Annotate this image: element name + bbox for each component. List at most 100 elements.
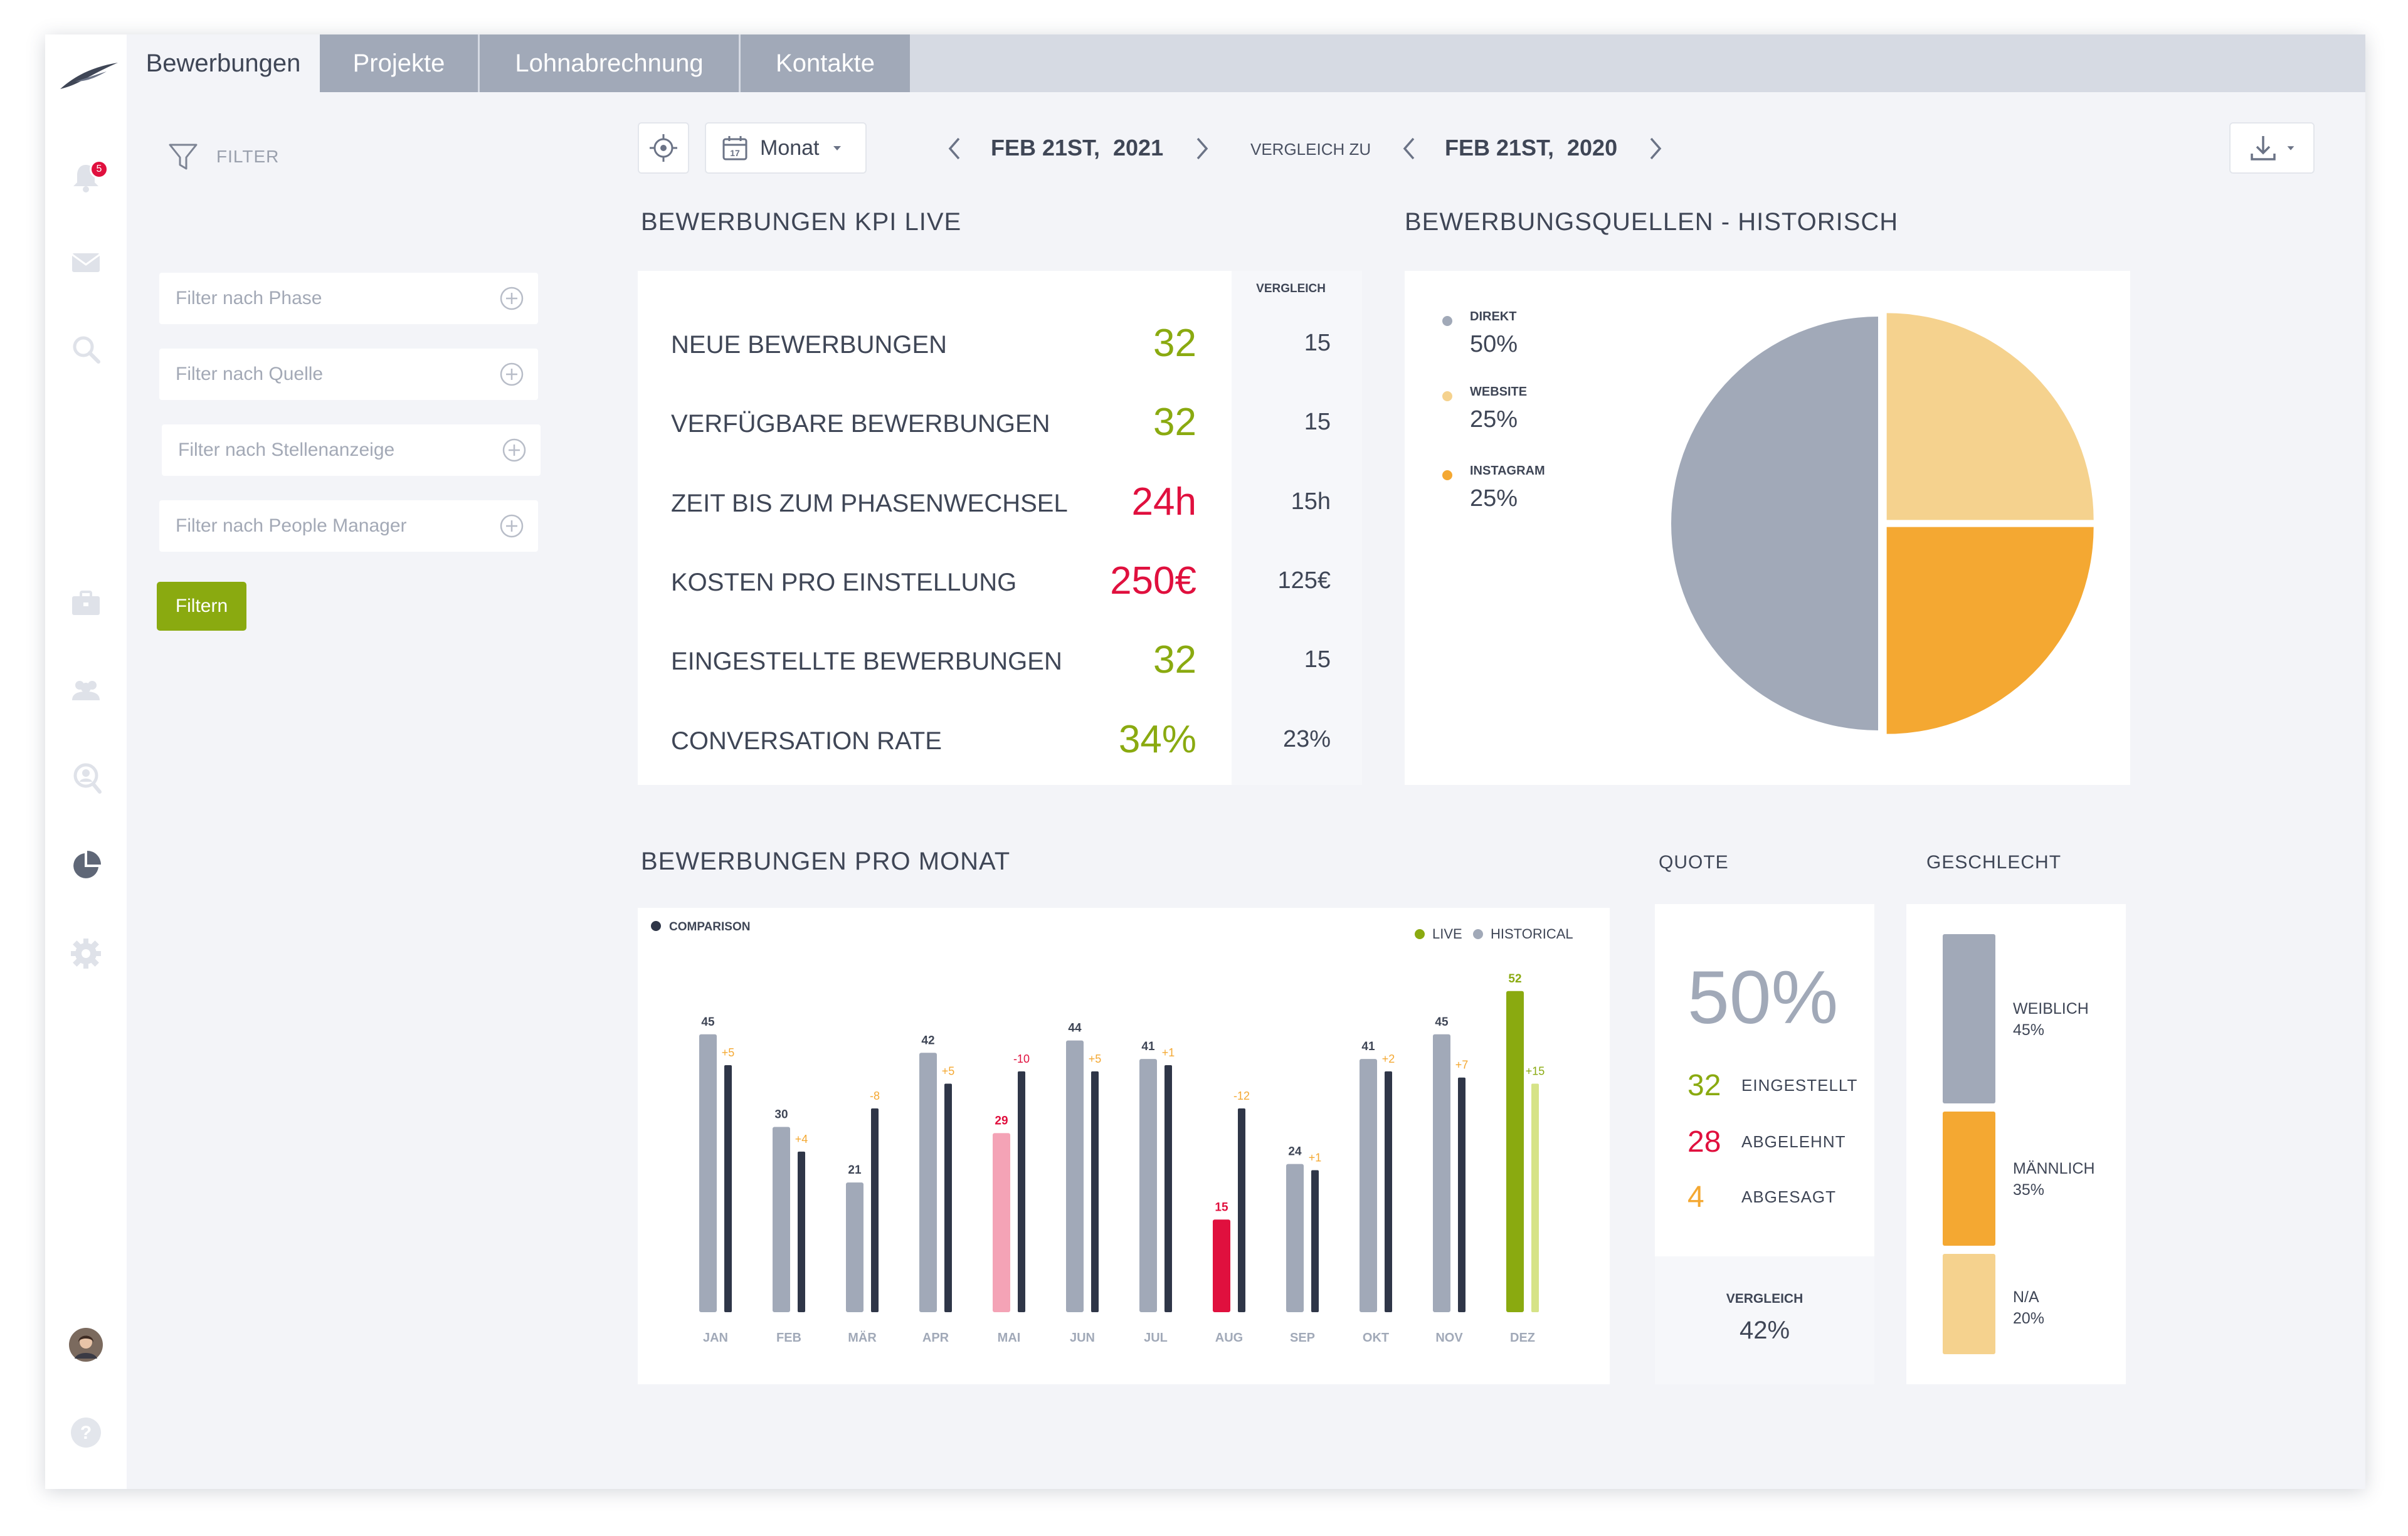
logo-icon[interactable] [56, 56, 119, 94]
quote-rejected-label: ABGELEHNT [1741, 1132, 1846, 1151]
filter-header[interactable]: FILTER [167, 141, 279, 172]
bar-historical-jul[interactable] [1139, 1059, 1157, 1312]
add-icon[interactable] [499, 286, 524, 311]
bar-comparison-apr[interactable] [944, 1083, 952, 1312]
x-tick-label: AUG [1215, 1331, 1243, 1345]
gender-card: WEIBLICH 45% MÄNNLICH 35% N/A 20% [1906, 904, 2126, 1384]
locate-button[interactable] [638, 122, 689, 174]
kpi-card: VERGLEICH NEUE BEWERBUNGEN 32 15 VERFÜGBARE… [638, 271, 1362, 785]
download-button[interactable] [2229, 122, 2315, 174]
x-tick-label: JUN [1070, 1331, 1095, 1345]
bar-delta-label: +4 [795, 1133, 808, 1145]
chevron-left-icon[interactable] [945, 135, 964, 162]
quote-title: QUOTE [1659, 852, 1729, 873]
bar-comparison-jul[interactable] [1164, 1065, 1172, 1312]
add-icon[interactable] [499, 513, 524, 539]
chevron-left-icon[interactable] [1400, 135, 1418, 162]
pie-slice-instagram[interactable] [1886, 527, 2094, 734]
gender-label-na: N/A 20% [2013, 1286, 2044, 1329]
kpi-label: ZEIT BIS ZUM PHASENWECHSEL [671, 490, 1068, 517]
quote-row-declined: 4 ABGESAGT [1687, 1180, 1836, 1214]
filter-people-manager-field[interactable]: Filter nach People Manager [159, 500, 538, 552]
kpi-label: NEUE BEWERBUNGEN [671, 331, 948, 359]
bar-value-label: 41 [1141, 1040, 1155, 1053]
chevron-right-icon[interactable] [1646, 135, 1665, 162]
bar-historical-mai[interactable] [993, 1133, 1010, 1312]
kpi-compare-value: 15 [1304, 409, 1331, 435]
bar-delta-label: +5 [722, 1046, 735, 1059]
kpi-compare-value: 125€ [1277, 567, 1331, 594]
tab-bar: Bewerbungen Projekte Lohnabrechnung Kont… [127, 34, 2365, 92]
kpi-label: EINGESTELLTE BEWERBUNGEN [671, 648, 1062, 675]
bar-comparison-nov[interactable] [1458, 1077, 1465, 1312]
quote-rejected-count: 28 [1687, 1125, 1721, 1159]
kpi-value: 250€ [1110, 559, 1196, 602]
bar-value-label: 24 [1288, 1145, 1302, 1159]
bar-comparison-feb[interactable] [798, 1151, 805, 1312]
bar-historical-apr[interactable] [919, 1053, 937, 1312]
add-icon[interactable] [499, 362, 524, 387]
help-icon[interactable]: ? [68, 1415, 103, 1450]
briefcase-icon[interactable] [68, 586, 103, 621]
bar-value-label: 21 [848, 1164, 862, 1177]
bar-comparison-sep[interactable] [1311, 1170, 1319, 1312]
bar-historical-okt[interactable] [1360, 1059, 1377, 1312]
x-tick-label: FEB [776, 1331, 801, 1345]
legend-label-historical: HISTORICAL [1491, 926, 1573, 942]
bar-historical-jan[interactable] [699, 1034, 717, 1312]
kpi-label: CONVERSATION RATE [671, 727, 942, 755]
bar-comparison-jun[interactable] [1091, 1071, 1099, 1312]
add-icon[interactable] [502, 438, 527, 463]
pie-chart-icon[interactable] [68, 848, 103, 883]
bar-comparison-mai[interactable] [1018, 1071, 1025, 1312]
kpi-value: 32 [1153, 322, 1196, 365]
filter-apply-button[interactable]: Filtern [157, 582, 246, 631]
kpi-value: 24h [1131, 480, 1196, 523]
bar-delta-label: -10 [1013, 1053, 1030, 1065]
filter-source-field[interactable]: Filter nach Quelle [159, 349, 538, 400]
x-tick-label: MAI [998, 1331, 1021, 1345]
tab-bewerbungen[interactable]: Bewerbungen [127, 34, 320, 92]
bar-historical-mär[interactable] [846, 1182, 863, 1312]
tab-lohnabrechnung[interactable]: Lohnabrechnung [480, 34, 739, 92]
quote-row-hired: 32 EINGESTELLT [1687, 1068, 1857, 1103]
mail-icon[interactable] [68, 245, 103, 280]
x-tick-label: JAN [703, 1331, 728, 1345]
bar-comparison-okt[interactable] [1385, 1071, 1392, 1312]
kpi-value: 32 [1153, 401, 1196, 444]
bar-comparison-aug[interactable] [1238, 1108, 1245, 1312]
x-tick-label: SEP [1290, 1331, 1315, 1345]
bar-historical-sep[interactable] [1286, 1164, 1304, 1312]
tab-projekte[interactable]: Projekte [320, 34, 478, 92]
bar-historical-dez[interactable] [1506, 991, 1524, 1312]
bar-historical-feb[interactable] [773, 1127, 790, 1313]
team-icon[interactable] [68, 673, 103, 708]
legend-dot [1442, 391, 1452, 401]
pie-slice-direkt[interactable] [1671, 317, 1878, 730]
gear-icon[interactable] [68, 936, 103, 971]
kpi-compare-header: VERGLEICH [1256, 282, 1326, 295]
tab-kontakte[interactable]: Kontakte [741, 34, 910, 92]
filter-phase-field[interactable]: Filter nach Phase [159, 273, 538, 324]
filter-job-ad-field[interactable]: Filter nach Stellenanzeige [162, 424, 541, 476]
bar-comparison-mär[interactable] [871, 1108, 879, 1312]
quote-hired-count: 32 [1687, 1069, 1721, 1102]
notification-badge: 5 [90, 160, 108, 179]
search-icon[interactable] [68, 332, 103, 367]
quote-hired-label: EINGESTELLT [1741, 1076, 1858, 1095]
bar-historical-aug[interactable] [1213, 1219, 1230, 1312]
chevron-right-icon[interactable] [1193, 135, 1212, 162]
period-select[interactable]: 17 Monat [705, 122, 867, 174]
recruiting-icon[interactable] [68, 760, 103, 796]
gender-female-name: WEIBLICH [2013, 1000, 2089, 1018]
bar-comparison-jan[interactable] [724, 1065, 732, 1312]
bar-value-label: 45 [701, 1016, 715, 1029]
pie-slice-website[interactable] [1886, 313, 2094, 520]
caret-down-icon [2287, 146, 2294, 150]
bar-historical-jun[interactable] [1066, 1040, 1084, 1312]
bar-comparison-dez[interactable] [1531, 1083, 1539, 1312]
bar-historical-nov[interactable] [1433, 1034, 1450, 1312]
bell-icon[interactable]: 5 [68, 160, 108, 195]
period-select-value: Monat [760, 135, 820, 160]
avatar[interactable] [68, 1327, 103, 1362]
